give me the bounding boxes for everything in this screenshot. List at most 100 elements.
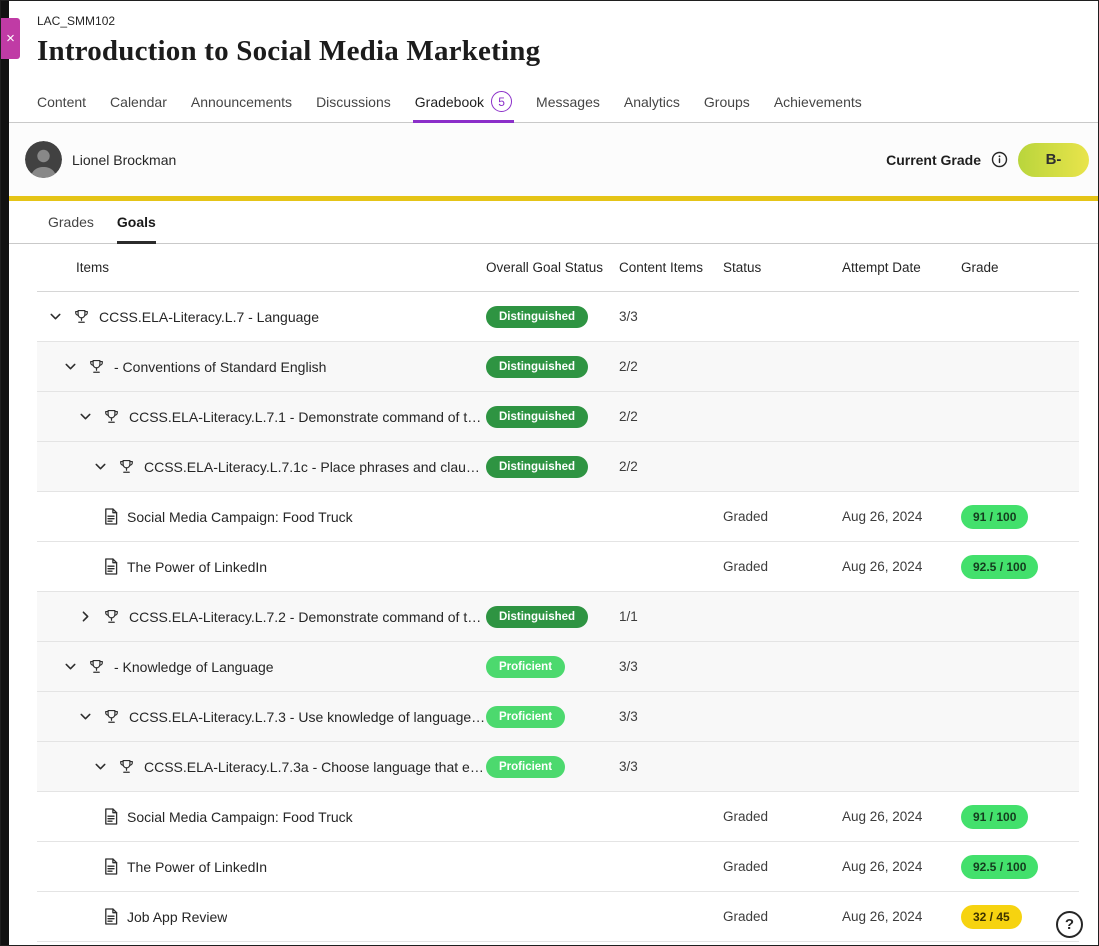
current-grade-pill[interactable]: B- bbox=[1018, 143, 1089, 177]
nav-tab-label: Calendar bbox=[110, 94, 167, 110]
help-icon: ? bbox=[1065, 916, 1074, 933]
column-header-goal-status: Overall Goal Status bbox=[486, 260, 619, 275]
items-cell: Social Media Campaign: Food Truck bbox=[37, 808, 486, 825]
attempt-date-cell: Aug 26, 2024 bbox=[842, 509, 961, 524]
goal-row: - Knowledge of LanguageProficient3/3 bbox=[37, 642, 1079, 692]
chevron-down-icon[interactable] bbox=[61, 658, 79, 676]
content-items-count: 3/3 bbox=[619, 759, 723, 774]
goal-trophy-icon bbox=[118, 458, 135, 475]
column-header-attempt-date: Attempt Date bbox=[842, 260, 961, 275]
content-item-label: The Power of LinkedIn bbox=[127, 559, 267, 575]
chevron-down-icon[interactable] bbox=[46, 308, 64, 326]
goal-label: CCSS.ELA-Literacy.L.7 - Language bbox=[99, 309, 319, 325]
grade-badge: 92.5 / 100 bbox=[961, 555, 1038, 579]
chevron-down-icon[interactable] bbox=[76, 708, 94, 726]
status-cell: Graded bbox=[723, 859, 842, 874]
items-cell: CCSS.ELA-Literacy.L.7.1c - Place phrases… bbox=[37, 458, 486, 476]
content-item-row: Social Media Campaign: Food Truck GradedA… bbox=[37, 792, 1079, 842]
nav-tab-label: Content bbox=[37, 94, 86, 110]
grade-cell: 91 / 100 bbox=[961, 505, 1079, 529]
attempt-date-cell: Aug 26, 2024 bbox=[842, 809, 961, 824]
goal-status-cell: Distinguished bbox=[486, 306, 619, 328]
goal-status-badge: Distinguished bbox=[486, 306, 588, 328]
content-item-row: Job App ReviewGradedAug 26, 202432 / 45 bbox=[37, 892, 1079, 942]
subtab-grades[interactable]: Grades bbox=[48, 201, 94, 243]
column-header-grade: Grade bbox=[961, 260, 1079, 275]
items-cell: CCSS.ELA-Literacy.L.7 - Language bbox=[37, 308, 486, 326]
document-icon bbox=[104, 808, 118, 825]
collapsed-sidebar-rail bbox=[1, 1, 9, 945]
nav-tab-gradebook[interactable]: Gradebook5 bbox=[415, 81, 512, 122]
content-items-count: 2/2 bbox=[619, 459, 723, 474]
items-cell: - Knowledge of Language bbox=[37, 658, 486, 676]
info-icon[interactable] bbox=[991, 151, 1008, 168]
goal-row: CCSS.ELA-Literacy.L.7.1 - Demonstrate co… bbox=[37, 392, 1079, 442]
content-item-row: The Power of LinkedInGradedAug 26, 20249… bbox=[37, 542, 1079, 592]
goal-status-badge: Distinguished bbox=[486, 406, 588, 428]
goal-status-cell: Proficient bbox=[486, 706, 619, 728]
items-cell: CCSS.ELA-Literacy.L.7.3 - Use knowledge … bbox=[37, 708, 486, 726]
status-cell: Graded bbox=[723, 559, 842, 574]
nav-tab-calendar[interactable]: Calendar bbox=[110, 81, 167, 122]
attempt-date-cell: Aug 26, 2024 bbox=[842, 909, 961, 924]
goal-status-cell: Distinguished bbox=[486, 356, 619, 378]
items-cell: CCSS.ELA-Literacy.L.7.3a - Choose langua… bbox=[37, 758, 486, 776]
attempt-date-cell: Aug 26, 2024 bbox=[842, 859, 961, 874]
items-cell: Job App Review bbox=[37, 908, 486, 925]
content-item-row: Social Media Campaign: Food TruckGradedA… bbox=[37, 492, 1079, 542]
document-icon bbox=[104, 508, 118, 525]
nav-tab-groups[interactable]: Groups bbox=[704, 81, 750, 122]
nav-tab-achievements[interactable]: Achievements bbox=[774, 81, 862, 122]
subtab-goals[interactable]: Goals bbox=[117, 201, 156, 243]
course-header: LAC_SMM102 Introduction to Social Media … bbox=[1, 1, 1098, 81]
chevron-down-icon[interactable] bbox=[91, 758, 109, 776]
goals-table-header: Items Overall Goal Status Content Items … bbox=[37, 244, 1079, 292]
student-bar: Lionel Brockman Current Grade B- bbox=[1, 123, 1098, 196]
status-cell: Graded bbox=[723, 809, 842, 824]
help-button[interactable]: ? bbox=[1056, 911, 1083, 938]
chevron-right-icon[interactable] bbox=[76, 608, 94, 626]
goal-trophy-icon bbox=[73, 308, 90, 325]
goal-label: CCSS.ELA-Literacy.L.7.1c - Place phrases… bbox=[144, 459, 486, 475]
page-title: Introduction to Social Media Marketing bbox=[37, 35, 1062, 68]
grade-badge: 91 / 100 bbox=[961, 505, 1028, 529]
nav-tab-announcements[interactable]: Announcements bbox=[191, 81, 292, 122]
goal-trophy-icon bbox=[88, 358, 105, 375]
content-items-count: 2/2 bbox=[619, 359, 723, 374]
grade-cell: 92.5 / 100 bbox=[961, 555, 1079, 579]
goal-label: CCSS.ELA-Literacy.L.7.1 - Demonstrate co… bbox=[129, 409, 486, 425]
goal-status-cell: Proficient bbox=[486, 656, 619, 678]
content-items-count: 2/2 bbox=[619, 409, 723, 424]
close-panel-tab[interactable]: × bbox=[1, 18, 20, 59]
nav-tab-messages[interactable]: Messages bbox=[536, 81, 600, 122]
goal-status-cell: Distinguished bbox=[486, 406, 619, 428]
goal-label: CCSS.ELA-Literacy.L.7.3a - Choose langua… bbox=[144, 759, 486, 775]
goal-row: CCSS.ELA-Literacy.L.7.3 - Use knowledge … bbox=[37, 692, 1079, 742]
goal-trophy-icon bbox=[118, 758, 135, 775]
goal-status-cell: Distinguished bbox=[486, 456, 619, 478]
content-items-count: 3/3 bbox=[619, 709, 723, 724]
chevron-down-icon[interactable] bbox=[91, 458, 109, 476]
goal-trophy-icon bbox=[103, 708, 120, 725]
goal-status-cell: Distinguished bbox=[486, 606, 619, 628]
chevron-down-icon[interactable] bbox=[76, 408, 94, 426]
goals-table-body: CCSS.ELA-Literacy.L.7 - Language Distingu… bbox=[37, 292, 1079, 942]
grade-cell: 92.5 / 100 bbox=[961, 855, 1079, 879]
column-header-status: Status bbox=[723, 260, 842, 275]
grade-cell: 91 / 100 bbox=[961, 805, 1079, 829]
goal-label: CCSS.ELA-Literacy.L.7.3 - Use knowledge … bbox=[129, 709, 486, 725]
gradebook-subtabs: Grades Goals bbox=[1, 201, 1098, 244]
goal-label: - Knowledge of Language bbox=[114, 659, 274, 675]
nav-tab-analytics[interactable]: Analytics bbox=[624, 81, 680, 122]
goal-row: CCSS.ELA-Literacy.L.7.1c - Place phrases… bbox=[37, 442, 1079, 492]
nav-tab-discussions[interactable]: Discussions bbox=[316, 81, 391, 122]
nav-tabs: Content Calendar Announcements Discussions G… bbox=[1, 81, 1098, 123]
goal-trophy-icon bbox=[103, 408, 120, 425]
chevron-down-icon[interactable] bbox=[61, 358, 79, 376]
content-items-count: 3/3 bbox=[619, 309, 723, 324]
nav-tab-content[interactable]: Content bbox=[37, 81, 86, 122]
nav-tab-label: Announcements bbox=[191, 94, 292, 110]
current-grade-label: Current Grade bbox=[886, 152, 981, 168]
goal-label: CCSS.ELA-Literacy.L.7.2 - Demonstrate co… bbox=[129, 609, 486, 625]
items-cell: - Conventions of Standard English bbox=[37, 358, 486, 376]
